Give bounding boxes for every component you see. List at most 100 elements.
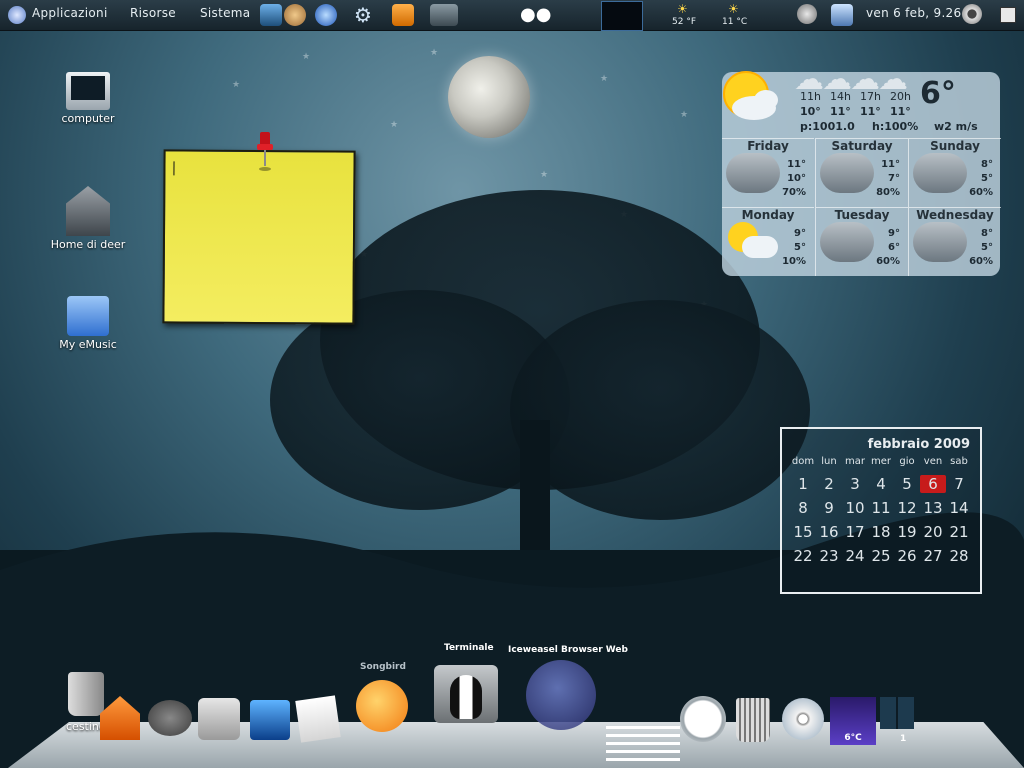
trash-icon[interactable] xyxy=(736,698,770,742)
calendar-day[interactable]: 25 xyxy=(868,547,894,565)
iceweasel-icon[interactable] xyxy=(526,660,596,730)
calendar-day[interactable]: 7 xyxy=(946,475,972,493)
calendar-day[interactable]: 8 xyxy=(790,499,816,517)
day-name: Sunday xyxy=(930,139,980,153)
menu-sistema[interactable]: Sistema xyxy=(200,6,250,20)
network-applet-icon[interactable] xyxy=(831,4,853,26)
calendar-day[interactable]: 4 xyxy=(868,475,894,493)
weather-widget[interactable]: ☁☁☁☁ 6° 11h 14h 17h 20h 10° 11° 11° 11° … xyxy=(722,62,1001,276)
clock-icon[interactable] xyxy=(680,696,726,742)
desktop-icon-emusic[interactable]: My eMusic xyxy=(38,296,138,351)
tux-icon xyxy=(450,675,482,719)
pressure: p:1001.0 xyxy=(800,120,855,133)
day-precip: 60% xyxy=(969,187,993,198)
current-temp: 6° xyxy=(920,76,956,111)
calendar-day[interactable]: 15 xyxy=(790,523,816,541)
workspace-pager-icon[interactable] xyxy=(880,697,914,729)
songbird-icon[interactable] xyxy=(356,680,408,732)
jupiter-launcher-icon[interactable] xyxy=(284,4,306,26)
calendar-day[interactable]: 21 xyxy=(946,523,972,541)
cloud-icon xyxy=(742,236,778,258)
sticky-note[interactable] xyxy=(162,149,356,325)
calendar-day[interactable]: 18 xyxy=(868,523,894,541)
desktop-icon-home[interactable]: Home di deer xyxy=(38,186,138,251)
weekday-dom: dom xyxy=(791,456,815,467)
terminal-icon[interactable] xyxy=(434,665,498,723)
day-low: 10° xyxy=(787,173,806,184)
calendar-day[interactable]: 3 xyxy=(842,475,868,493)
calendar-day-today[interactable]: 6 xyxy=(920,475,946,493)
calendar-day[interactable]: 1 xyxy=(790,475,816,493)
gnome-menu-icon[interactable] xyxy=(8,6,26,24)
folder-icon xyxy=(67,296,109,336)
calendar-day[interactable]: 26 xyxy=(894,547,920,565)
rain-cloud-icon xyxy=(913,222,967,262)
eyes-applet-icon: ●● xyxy=(520,4,552,25)
calendar-day[interactable]: 19 xyxy=(894,523,920,541)
notes-launcher-icon[interactable] xyxy=(392,4,414,26)
sun-cloud-icon xyxy=(723,71,778,120)
forecast-day-1: Saturday 11° 7° 80% xyxy=(815,138,908,207)
workspace-switcher-icon[interactable] xyxy=(430,4,458,26)
calendar-widget[interactable]: febbraio 2009 dom lun mar mer gio ven sa… xyxy=(780,427,982,594)
text-editor-icon[interactable] xyxy=(295,695,341,743)
wind: w2 m/s xyxy=(934,120,978,133)
calendar-day[interactable]: 10 xyxy=(842,499,868,517)
clock[interactable]: ven 6 feb, 9.26 xyxy=(866,6,961,20)
cd-icon[interactable] xyxy=(782,698,824,740)
video-editor-icon[interactable] xyxy=(250,700,290,740)
day-low: 5° xyxy=(981,173,993,184)
calendar-day[interactable]: 9 xyxy=(816,499,842,517)
speaker-icon[interactable] xyxy=(198,698,240,740)
calendar-day[interactable]: 5 xyxy=(894,475,920,493)
trash-label: cestino xyxy=(66,720,106,733)
calendar-day[interactable]: 17 xyxy=(842,523,868,541)
monitor-launcher-icon[interactable] xyxy=(260,4,282,26)
hour-temp-1: 11° xyxy=(830,105,851,118)
weekday-sab: sab xyxy=(950,456,968,467)
weather-sun-icon-2: ☀ xyxy=(728,2,739,16)
day-high: 8° xyxy=(981,228,993,239)
settings-gears-icon[interactable]: ⚙ xyxy=(352,4,374,26)
workspace-number: 1 xyxy=(900,734,907,744)
computer-icon xyxy=(66,72,110,110)
calendar-day[interactable]: 16 xyxy=(816,523,842,541)
calendar-day[interactable]: 13 xyxy=(920,499,946,517)
calendar-day[interactable]: 22 xyxy=(790,547,816,565)
show-desktop-icon[interactable] xyxy=(1000,7,1016,23)
gimp-icon[interactable] xyxy=(148,700,192,736)
calendar-day[interactable]: 23 xyxy=(816,547,842,565)
system-monitor-icon[interactable] xyxy=(601,1,643,31)
temp-celsius: 11 °C xyxy=(722,17,748,27)
hour-temp-2: 11° xyxy=(860,105,881,118)
calendar-title: febbraio 2009 xyxy=(867,437,970,452)
dock-separator-stripes xyxy=(606,726,680,766)
forecast-day-0: Friday 11° 10° 70% xyxy=(722,138,814,207)
day-name: Friday xyxy=(747,139,789,153)
calendar-day[interactable]: 24 xyxy=(842,547,868,565)
volume-icon[interactable] xyxy=(962,4,982,24)
hour-3: 20h xyxy=(890,90,911,103)
menu-risorse[interactable]: Risorse xyxy=(130,6,176,20)
emusic-label: My eMusic xyxy=(59,338,117,351)
calendar-day[interactable]: 20 xyxy=(920,523,946,541)
rain-cloud-icon xyxy=(913,153,967,193)
calendar-day[interactable]: 14 xyxy=(946,499,972,517)
moon-widget xyxy=(448,56,530,138)
temp-fahrenheit: 52 °F xyxy=(672,17,696,27)
weather-dock-icon[interactable]: 6°C xyxy=(830,697,876,745)
desktop-icon-computer[interactable]: computer xyxy=(38,72,138,125)
calendar-day[interactable]: 11 xyxy=(868,499,894,517)
calendar-day[interactable]: 27 xyxy=(920,547,946,565)
dock-trash-desktop[interactable] xyxy=(68,672,104,716)
weekday-gio: gio xyxy=(899,456,915,467)
calendar-day[interactable]: 28 xyxy=(946,547,972,565)
browser-launcher-icon[interactable] xyxy=(315,4,337,26)
calendar-day[interactable]: 2 xyxy=(816,475,842,493)
home-label: Home di deer xyxy=(50,238,126,251)
power-icon[interactable] xyxy=(797,4,817,24)
calendar-day[interactable]: 12 xyxy=(894,499,920,517)
forecast-day-4: Tuesday 9° 6° 60% xyxy=(815,207,908,276)
weekday-mer: mer xyxy=(870,456,891,467)
menu-applicazioni[interactable]: Applicazioni xyxy=(32,6,108,20)
